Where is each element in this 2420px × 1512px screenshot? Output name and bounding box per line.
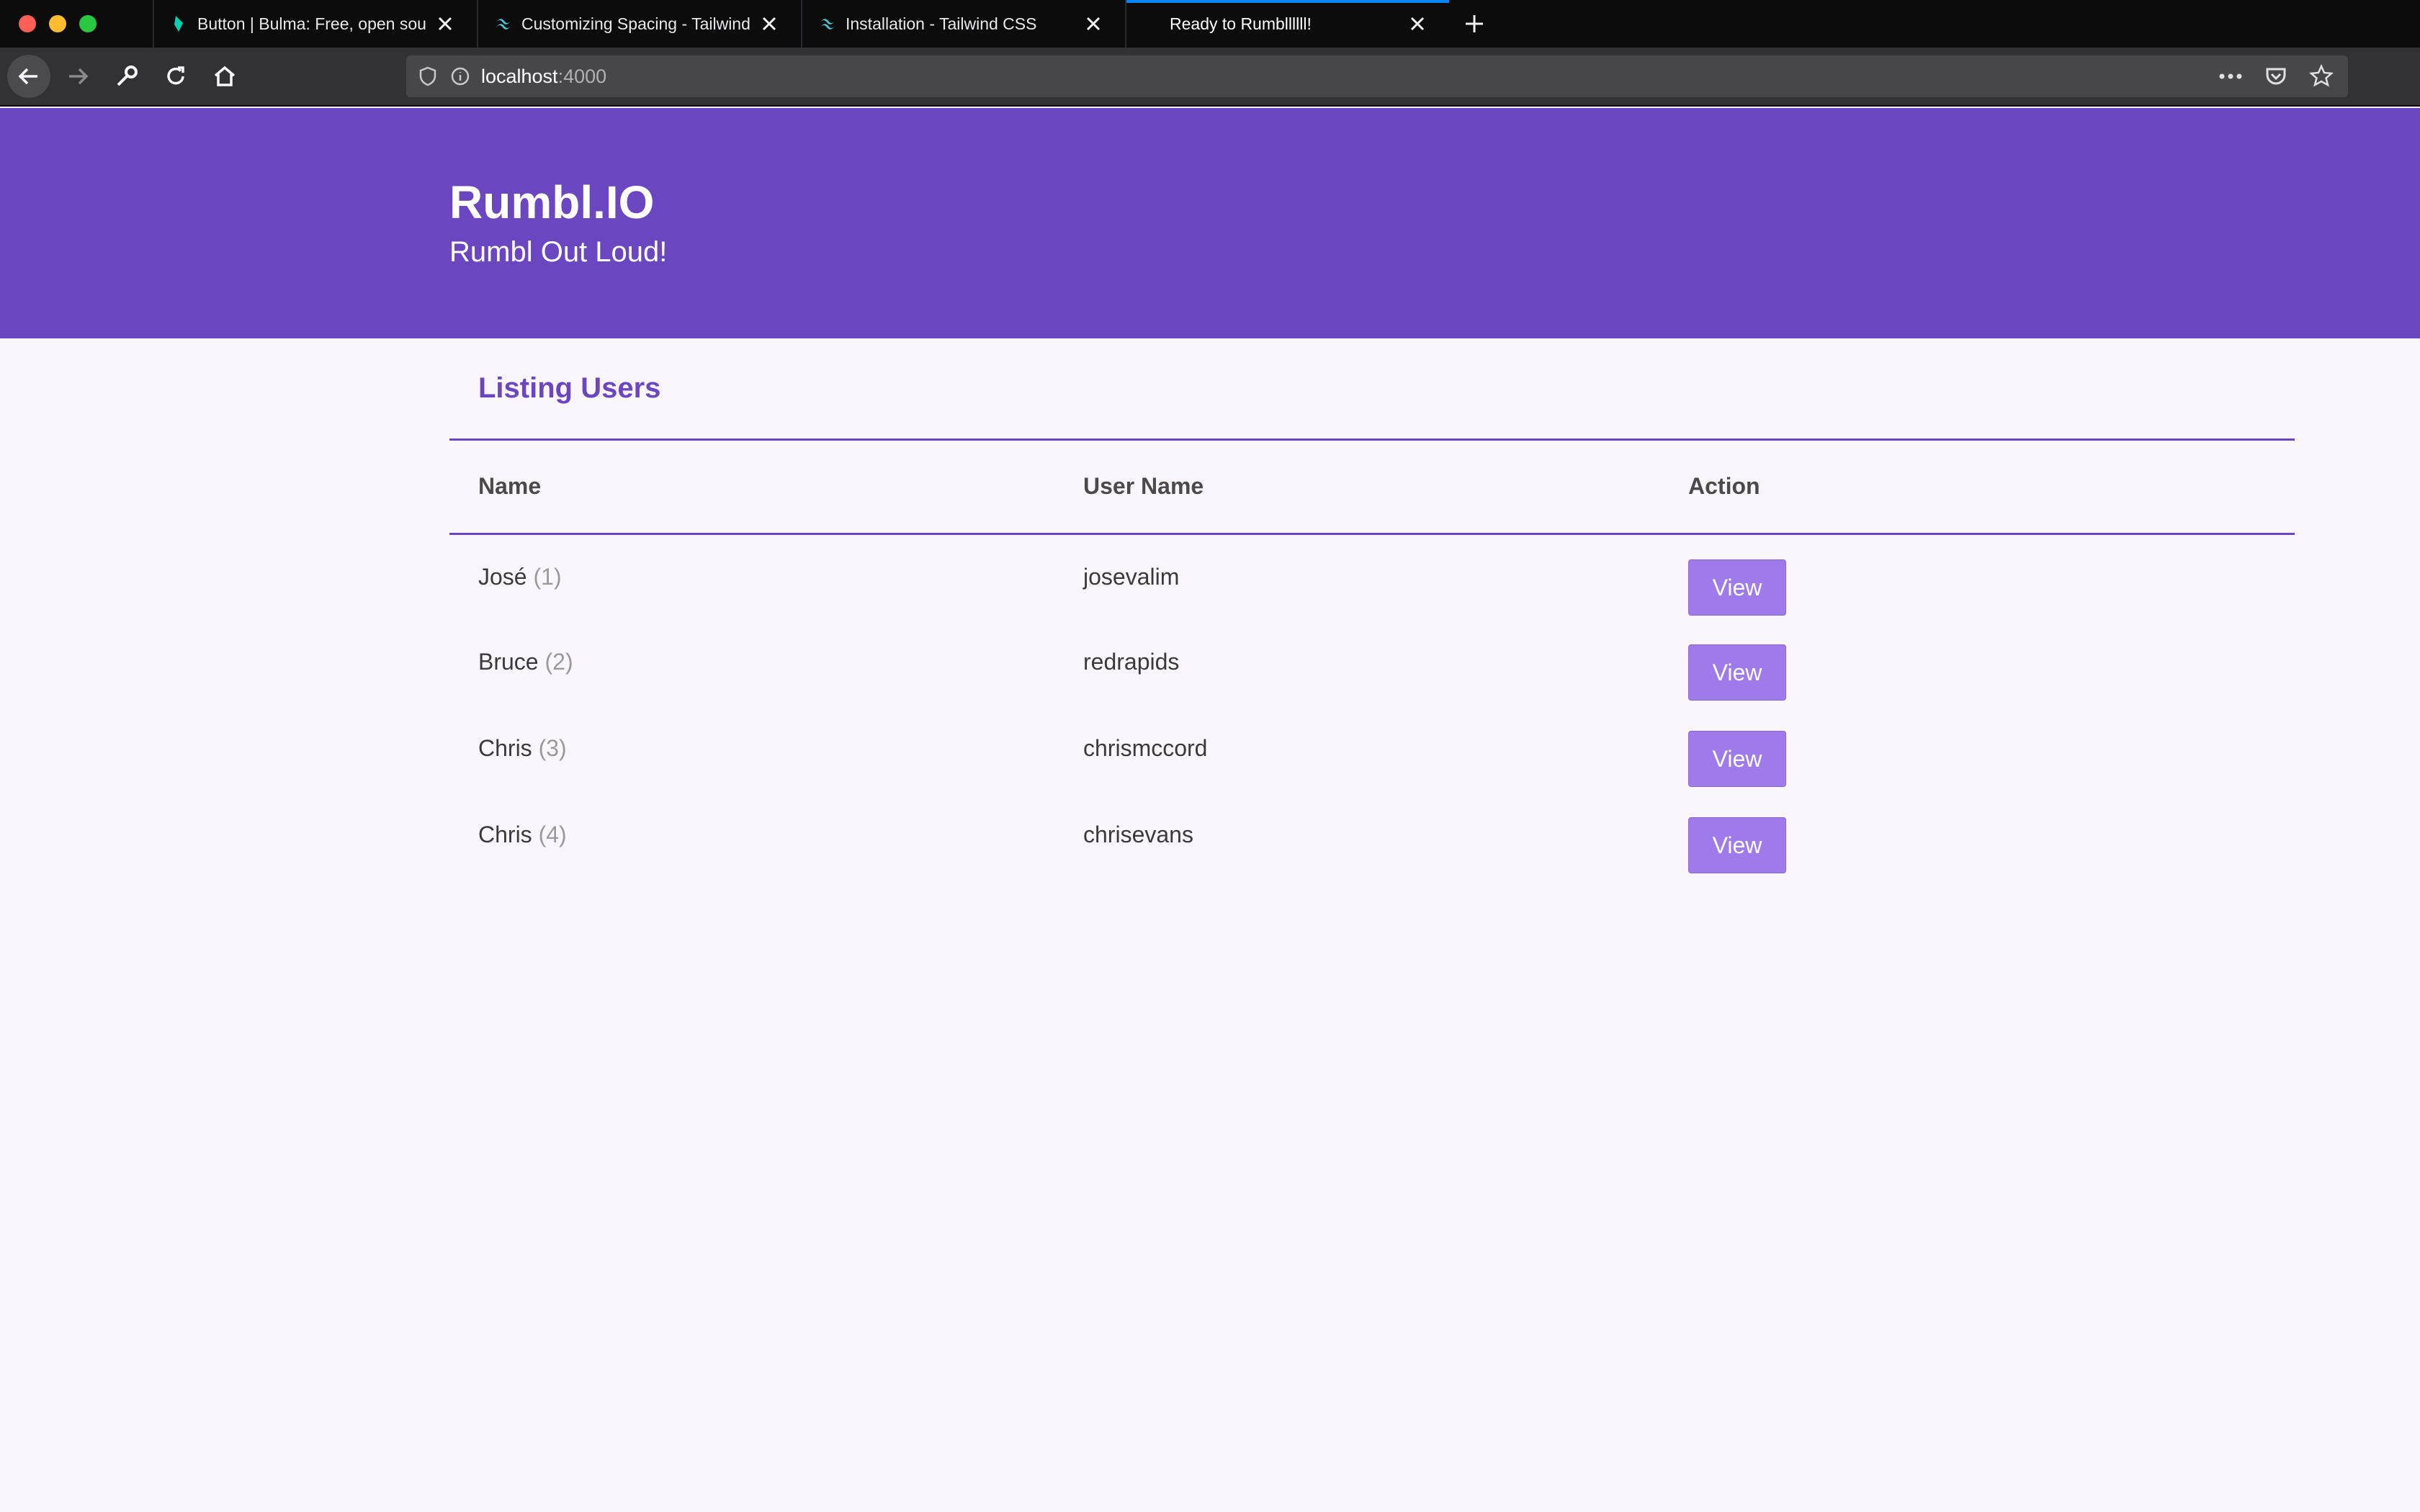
view-user-button[interactable]: View	[1688, 817, 1786, 873]
maximize-window-button[interactable]	[79, 15, 97, 32]
user-username: redrapids	[1083, 649, 1180, 675]
arrow-left-icon	[18, 68, 37, 85]
shield-icon[interactable]	[418, 66, 438, 87]
home-icon	[214, 66, 236, 86]
user-name: Chris	[478, 822, 532, 847]
table-header-row: Name User Name Action	[449, 441, 2295, 535]
user-id: (1)	[533, 563, 562, 590]
minimize-window-button[interactable]	[49, 15, 66, 32]
user-name: Bruce	[478, 649, 539, 675]
bulma-icon	[174, 16, 183, 32]
developer-tools-button[interactable]	[105, 55, 148, 98]
page-title: Listing Users	[449, 338, 2295, 441]
tab-label: Ready to Rumbllllll!	[1170, 14, 1312, 33]
back-button[interactable]	[7, 55, 50, 98]
home-button[interactable]	[203, 55, 246, 98]
url-port: :4000	[557, 65, 607, 87]
browser-tab-rumbl[interactable]: Ready to Rumbllllll!	[1125, 0, 1449, 48]
user-name: Chris	[478, 735, 532, 761]
table-row: Chris (4) chrisevans View	[449, 793, 2295, 879]
tab-label: Installation - Tailwind CSS	[846, 14, 1037, 33]
column-header-username: User Name	[1054, 441, 1659, 535]
address-bar-actions	[2218, 55, 2334, 97]
url-host: localhost	[481, 65, 558, 87]
main-content: Listing Users Name User Name Action José…	[449, 338, 2295, 879]
bookmark-star-icon[interactable]	[2309, 64, 2334, 89]
user-action-cell: View	[1659, 620, 2295, 706]
user-username: chrisevans	[1083, 822, 1193, 847]
browser-tab-tailwind-spacing[interactable]: Customizing Spacing - Tailwind CSS	[477, 0, 801, 48]
tailwind-icon	[820, 19, 835, 30]
browser-toolbar: localhost:4000	[0, 48, 2420, 107]
more-options-icon[interactable]	[2218, 73, 2243, 80]
user-name-cell: Chris (4)	[449, 793, 1054, 879]
info-icon[interactable]	[449, 66, 471, 87]
tailwind-icon	[496, 19, 511, 30]
column-header-action: Action	[1659, 441, 2295, 535]
plus-icon	[1466, 15, 1483, 32]
browser-tab-tailwind-install[interactable]: Installation - Tailwind CSS	[801, 0, 1125, 48]
wrench-icon	[117, 66, 138, 86]
user-action-cell: View	[1659, 706, 2295, 793]
close-tab-icon[interactable]	[1407, 14, 1428, 34]
site-tagline: Rumbl Out Loud!	[449, 236, 668, 268]
view-user-button[interactable]: View	[1688, 731, 1786, 787]
user-name-cell: Bruce (2)	[449, 620, 1054, 706]
user-id: (4)	[538, 822, 567, 847]
reload-icon	[167, 66, 184, 85]
table-row: Chris (3) chrismccord View	[449, 706, 2295, 793]
tab-label: Button | Bulma: Free, open source	[197, 14, 426, 33]
pocket-icon[interactable]	[2264, 65, 2287, 88]
user-username: chrismccord	[1083, 735, 1208, 761]
user-name-cell: José (1)	[449, 534, 1054, 620]
close-window-button[interactable]	[19, 15, 36, 32]
tab-label: Customizing Spacing - Tailwind CSS	[521, 14, 750, 33]
user-username: josevalim	[1083, 563, 1180, 590]
user-action-cell: View	[1659, 793, 2295, 879]
user-name-cell: Chris (3)	[449, 706, 1054, 793]
table-row: Bruce (2) redrapids View	[449, 620, 2295, 706]
forward-button[interactable]	[56, 55, 99, 98]
table-row: José (1) josevalim View	[449, 534, 2295, 620]
user-action-cell: View	[1659, 534, 2295, 620]
new-tab-button[interactable]	[1449, 0, 1500, 48]
browser-tab-bar: Button | Bulma: Free, open source Custom…	[0, 0, 2420, 48]
close-tab-icon[interactable]	[435, 14, 455, 34]
user-id: (2)	[544, 649, 573, 675]
view-user-button[interactable]: View	[1688, 559, 1786, 616]
window-controls	[0, 0, 153, 48]
address-bar[interactable]: localhost:4000	[406, 55, 2348, 97]
close-tab-icon[interactable]	[1083, 14, 1103, 34]
reload-button[interactable]	[154, 55, 197, 98]
browser-tab-bulma[interactable]: Button | Bulma: Free, open source	[153, 0, 477, 48]
view-user-button[interactable]: View	[1688, 644, 1786, 701]
users-table: Name User Name Action José (1) josevalim…	[449, 441, 2295, 879]
column-header-name: Name	[449, 441, 1054, 535]
user-id: (3)	[538, 735, 567, 761]
user-name: José	[478, 563, 527, 590]
site-header: Rumbl.IO Rumbl Out Loud!	[0, 108, 2420, 338]
close-tab-icon[interactable]	[759, 14, 779, 34]
arrow-right-icon	[69, 68, 89, 85]
site-title[interactable]: Rumbl.IO	[449, 176, 654, 229]
